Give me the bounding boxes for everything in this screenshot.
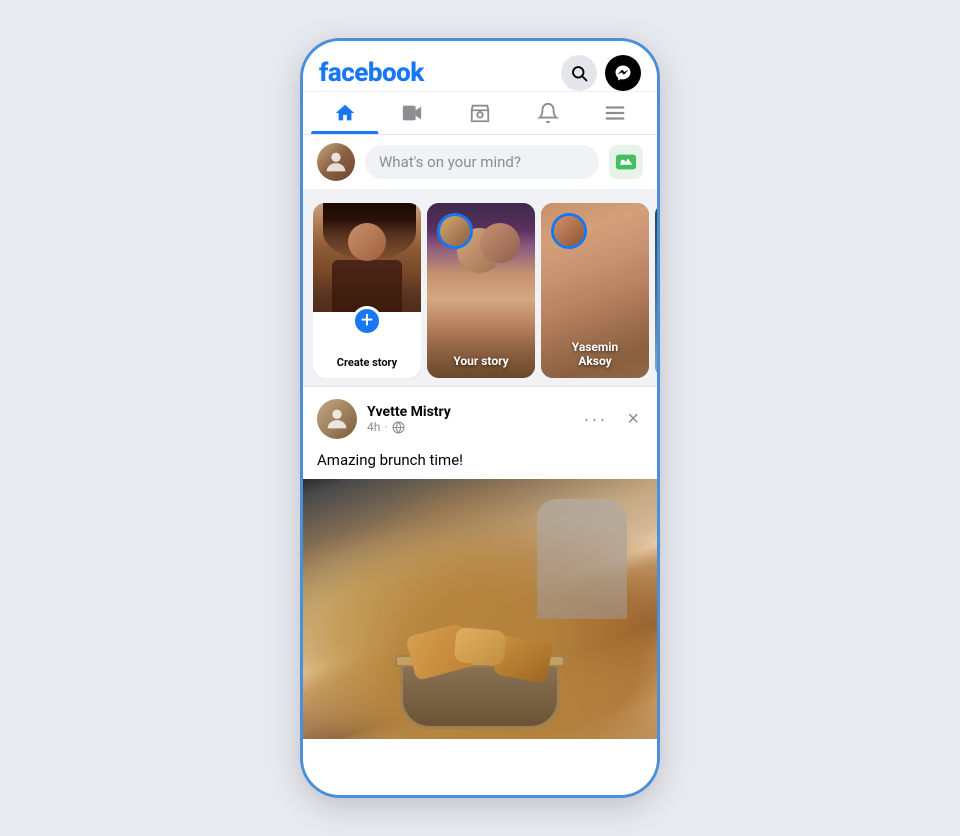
- avatar-silhouette: [323, 405, 351, 433]
- video-icon: [401, 102, 423, 124]
- user-avatar[interactable]: [317, 143, 355, 181]
- tab-notifications[interactable]: [514, 92, 582, 134]
- yasemin-avatar-ring: [551, 213, 587, 249]
- story-avatar-ring: [437, 213, 473, 249]
- fourth-story-card[interactable]: [655, 203, 657, 378]
- post-composer: What's on your mind?: [303, 135, 657, 195]
- post-header-left: Yvette Mistry 4h ·: [317, 399, 451, 439]
- messenger-icon: [614, 64, 632, 82]
- yasemin-story-background: Yasemin Aksoy: [541, 203, 649, 378]
- bell-icon: [537, 102, 559, 124]
- home-icon: [334, 102, 356, 124]
- basket-illustration: [390, 619, 570, 739]
- messenger-button[interactable]: [605, 55, 641, 91]
- create-story-label: Create story: [337, 356, 397, 370]
- tab-home[interactable]: [311, 92, 379, 134]
- your-story-background: Your story: [427, 203, 535, 378]
- create-story-card[interactable]: + Create story: [313, 203, 421, 378]
- post-meta: 4h ·: [367, 420, 451, 434]
- post-image: [303, 479, 657, 739]
- your-story-card[interactable]: Your story: [427, 203, 535, 378]
- yasemin-avatar: [554, 216, 584, 246]
- post-card: Yvette Mistry 4h · ··· × Amazing brunch …: [303, 386, 657, 795]
- post-user-info: Yvette Mistry 4h ·: [367, 404, 451, 434]
- header-icons: [561, 55, 641, 91]
- whats-on-mind-input[interactable]: What's on your mind?: [365, 145, 599, 179]
- photo-icon: [615, 151, 637, 173]
- your-story-avatar: [440, 216, 470, 246]
- post-separator: ·: [384, 420, 387, 434]
- create-story-background: + Create story: [313, 203, 421, 378]
- tab-menu[interactable]: [581, 92, 649, 134]
- post-header: Yvette Mistry 4h · ··· ×: [303, 387, 657, 447]
- create-story-plus-icon: +: [352, 306, 382, 336]
- yasemin-story-label: Yasemin Aksoy: [541, 340, 649, 368]
- yasemin-story-card[interactable]: Yasemin Aksoy: [541, 203, 649, 378]
- post-menu-button[interactable]: ···: [579, 405, 611, 434]
- photo-video-button[interactable]: [609, 145, 643, 179]
- post-header-right: ··· ×: [579, 404, 643, 435]
- create-story-photo: [313, 203, 421, 317]
- phone-frame: facebook: [300, 38, 660, 798]
- fourth-story-photo: [655, 203, 657, 378]
- post-close-button[interactable]: ×: [623, 404, 643, 435]
- your-story-label: Your story: [427, 354, 535, 368]
- post-author-avatar[interactable]: [317, 399, 357, 439]
- nav-tabs: [303, 92, 657, 135]
- public-globe-icon: [392, 421, 405, 434]
- tab-marketplace[interactable]: [446, 92, 514, 134]
- search-button[interactable]: [561, 55, 597, 91]
- create-story-bottom: + Create story: [313, 312, 421, 379]
- search-icon: [570, 64, 588, 82]
- app-header: facebook: [303, 41, 657, 92]
- arm-overlay: [537, 499, 627, 619]
- marketplace-icon: [469, 102, 491, 124]
- post-time: 4h: [367, 420, 380, 434]
- facebook-logo: facebook: [319, 58, 424, 88]
- post-author-name: Yvette Mistry: [367, 404, 451, 420]
- tab-video[interactable]: [379, 92, 447, 134]
- stories-section: + Create story Your story: [303, 195, 657, 386]
- menu-icon: [604, 102, 626, 124]
- post-text: Amazing brunch time!: [303, 447, 657, 479]
